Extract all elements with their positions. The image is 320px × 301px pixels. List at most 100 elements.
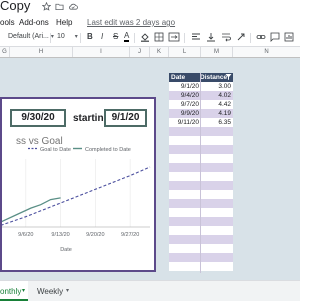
toolbar: Default (Ari... ▾ 10 ▾ B I S A <box>0 30 300 47</box>
column-header[interactable]: J <box>130 47 150 57</box>
dashboard-panel: 9/30/20 starting on 9/1/20 ss vs Goal Goa… <box>0 97 156 272</box>
vertical-align-icon[interactable] <box>206 32 216 44</box>
document-title[interactable]: Copy <box>0 0 30 13</box>
column-header[interactable]: K <box>150 47 169 57</box>
table-row[interactable] <box>169 127 233 136</box>
text-wrap-icon[interactable] <box>221 32 231 44</box>
star-icon[interactable] <box>42 2 51 11</box>
sheet-tab-label: Weekly <box>37 287 64 296</box>
cloud-status-icon[interactable] <box>68 2 78 11</box>
chevron-down-icon[interactable]: ▾ <box>22 287 25 294</box>
progress-chart[interactable]: ss vs Goal Goal to Date Completed to Date 9… <box>0 127 154 267</box>
distance-cell[interactable]: 4.19 <box>218 110 231 117</box>
insert-comment-icon[interactable] <box>270 32 280 44</box>
strikethrough-button[interactable]: S <box>113 32 118 41</box>
date-cell[interactable]: 9/4/20 <box>181 92 199 99</box>
distance-cell[interactable]: 6.35 <box>218 119 231 126</box>
table-row[interactable] <box>169 208 233 217</box>
toolbar-divider <box>134 33 135 43</box>
chart-svg: ss vs GoalGoal to Date Completed to Date 9… <box>0 136 151 253</box>
date-cell[interactable]: 9/1/20 <box>181 83 199 90</box>
toolbar-divider <box>50 33 51 43</box>
legend-label: Goal to Date <box>40 147 71 153</box>
table-row[interactable] <box>169 235 233 244</box>
toolbar-divider <box>184 33 185 43</box>
chevron-down-icon: ▾ <box>74 34 78 40</box>
table-row[interactable] <box>169 244 233 253</box>
column-header[interactable]: I <box>73 47 130 57</box>
fill-color-icon[interactable] <box>140 32 150 44</box>
table-row[interactable]: 9/4/20 4.02 <box>169 91 233 100</box>
font-size-value: 10 <box>57 33 65 40</box>
menu-help[interactable]: Help <box>56 18 72 27</box>
font-family-select[interactable]: Default (Ari... ▾ <box>8 33 54 40</box>
column-header[interactable]: M <box>201 47 233 57</box>
toolbar-divider <box>80 33 81 43</box>
distance-cell[interactable]: 4.42 <box>218 101 231 108</box>
start-date-box[interactable]: 9/1/20 <box>104 109 147 127</box>
merge-cells-icon[interactable] <box>168 32 180 44</box>
table-row[interactable]: 9/11/20 6.35 <box>169 118 233 127</box>
series-line <box>0 197 61 224</box>
distance-cell[interactable]: 4.02 <box>218 92 231 99</box>
table-row[interactable]: 9/7/20 4.42 <box>169 100 233 109</box>
sheet-tab-monthly[interactable]: onthly ▾ <box>0 281 28 301</box>
title-icons <box>42 2 78 11</box>
table-row[interactable]: 9/9/20 4.19 <box>169 109 233 118</box>
font-size-select[interactable]: 10 ▾ <box>57 33 78 40</box>
insert-chart-icon[interactable] <box>284 32 294 44</box>
bold-button[interactable]: B <box>87 32 93 41</box>
table-header-row: Date Distance <box>169 73 233 82</box>
table-row[interactable] <box>169 154 233 163</box>
chevron-down-icon[interactable]: ▾ <box>66 287 69 294</box>
table-row[interactable] <box>169 217 233 226</box>
chevron-down-icon: ▾ <box>50 34 54 40</box>
sheet-tab-label: onthly <box>0 287 22 296</box>
legend-label: Completed to Date <box>85 147 131 153</box>
table-header-distance[interactable]: Distance <box>200 74 227 81</box>
table-row[interactable] <box>169 163 233 172</box>
date-cell[interactable]: 9/11/20 <box>178 119 199 126</box>
column-divider <box>200 73 201 273</box>
table-row[interactable] <box>169 262 233 271</box>
table-row[interactable] <box>169 199 233 208</box>
table-row[interactable] <box>169 253 233 262</box>
column-header[interactable]: G <box>0 47 10 57</box>
table-row[interactable] <box>169 145 233 154</box>
table-row[interactable] <box>169 190 233 199</box>
x-tick-label: 9/13/20 <box>51 232 69 238</box>
date-cell[interactable]: 9/7/20 <box>181 101 199 108</box>
series-line <box>0 166 151 227</box>
table-header-date[interactable]: Date <box>171 74 185 81</box>
text-color-button[interactable]: A <box>124 31 130 42</box>
chart-title: ss vs Goal <box>16 136 63 147</box>
column-header[interactable]: H <box>10 47 73 57</box>
x-tick-label: 9/27/20 <box>121 232 139 238</box>
font-family-value: Default (Ari... <box>8 33 49 40</box>
borders-icon[interactable] <box>154 32 164 44</box>
move-folder-icon[interactable] <box>55 2 64 11</box>
column-header[interactable]: L <box>169 47 201 57</box>
x-tick-label: 9/6/20 <box>18 232 33 238</box>
sheet-tab-weekly[interactable]: Weekly ▾ <box>37 281 77 301</box>
toolbar-divider <box>250 33 251 43</box>
menu-addons[interactable]: Add-ons <box>19 18 49 27</box>
italic-button[interactable]: I <box>101 32 103 41</box>
table-row[interactable] <box>169 172 233 181</box>
sheet-tabs-bar: onthly ▾ Weekly ▾ <box>0 280 300 301</box>
table-row[interactable] <box>169 181 233 190</box>
last-edit-link[interactable]: Last edit was 2 days ago <box>87 18 175 27</box>
date-cell[interactable]: 9/9/20 <box>181 110 199 117</box>
menu-tools[interactable]: ools <box>0 18 15 27</box>
horizontal-align-icon[interactable] <box>191 32 201 44</box>
insert-link-icon[interactable] <box>256 32 266 44</box>
x-axis-label: Date <box>60 247 72 253</box>
table-row[interactable] <box>169 136 233 145</box>
distance-cell[interactable]: 3.00 <box>218 83 231 90</box>
column-header[interactable]: N <box>233 47 300 57</box>
text-rotation-icon[interactable] <box>236 32 246 44</box>
end-date-box[interactable]: 9/30/20 <box>10 109 66 127</box>
table-row[interactable]: 9/1/20 3.00 <box>169 82 233 91</box>
x-tick-label: 9/20/20 <box>86 232 104 238</box>
table-row[interactable] <box>169 226 233 235</box>
